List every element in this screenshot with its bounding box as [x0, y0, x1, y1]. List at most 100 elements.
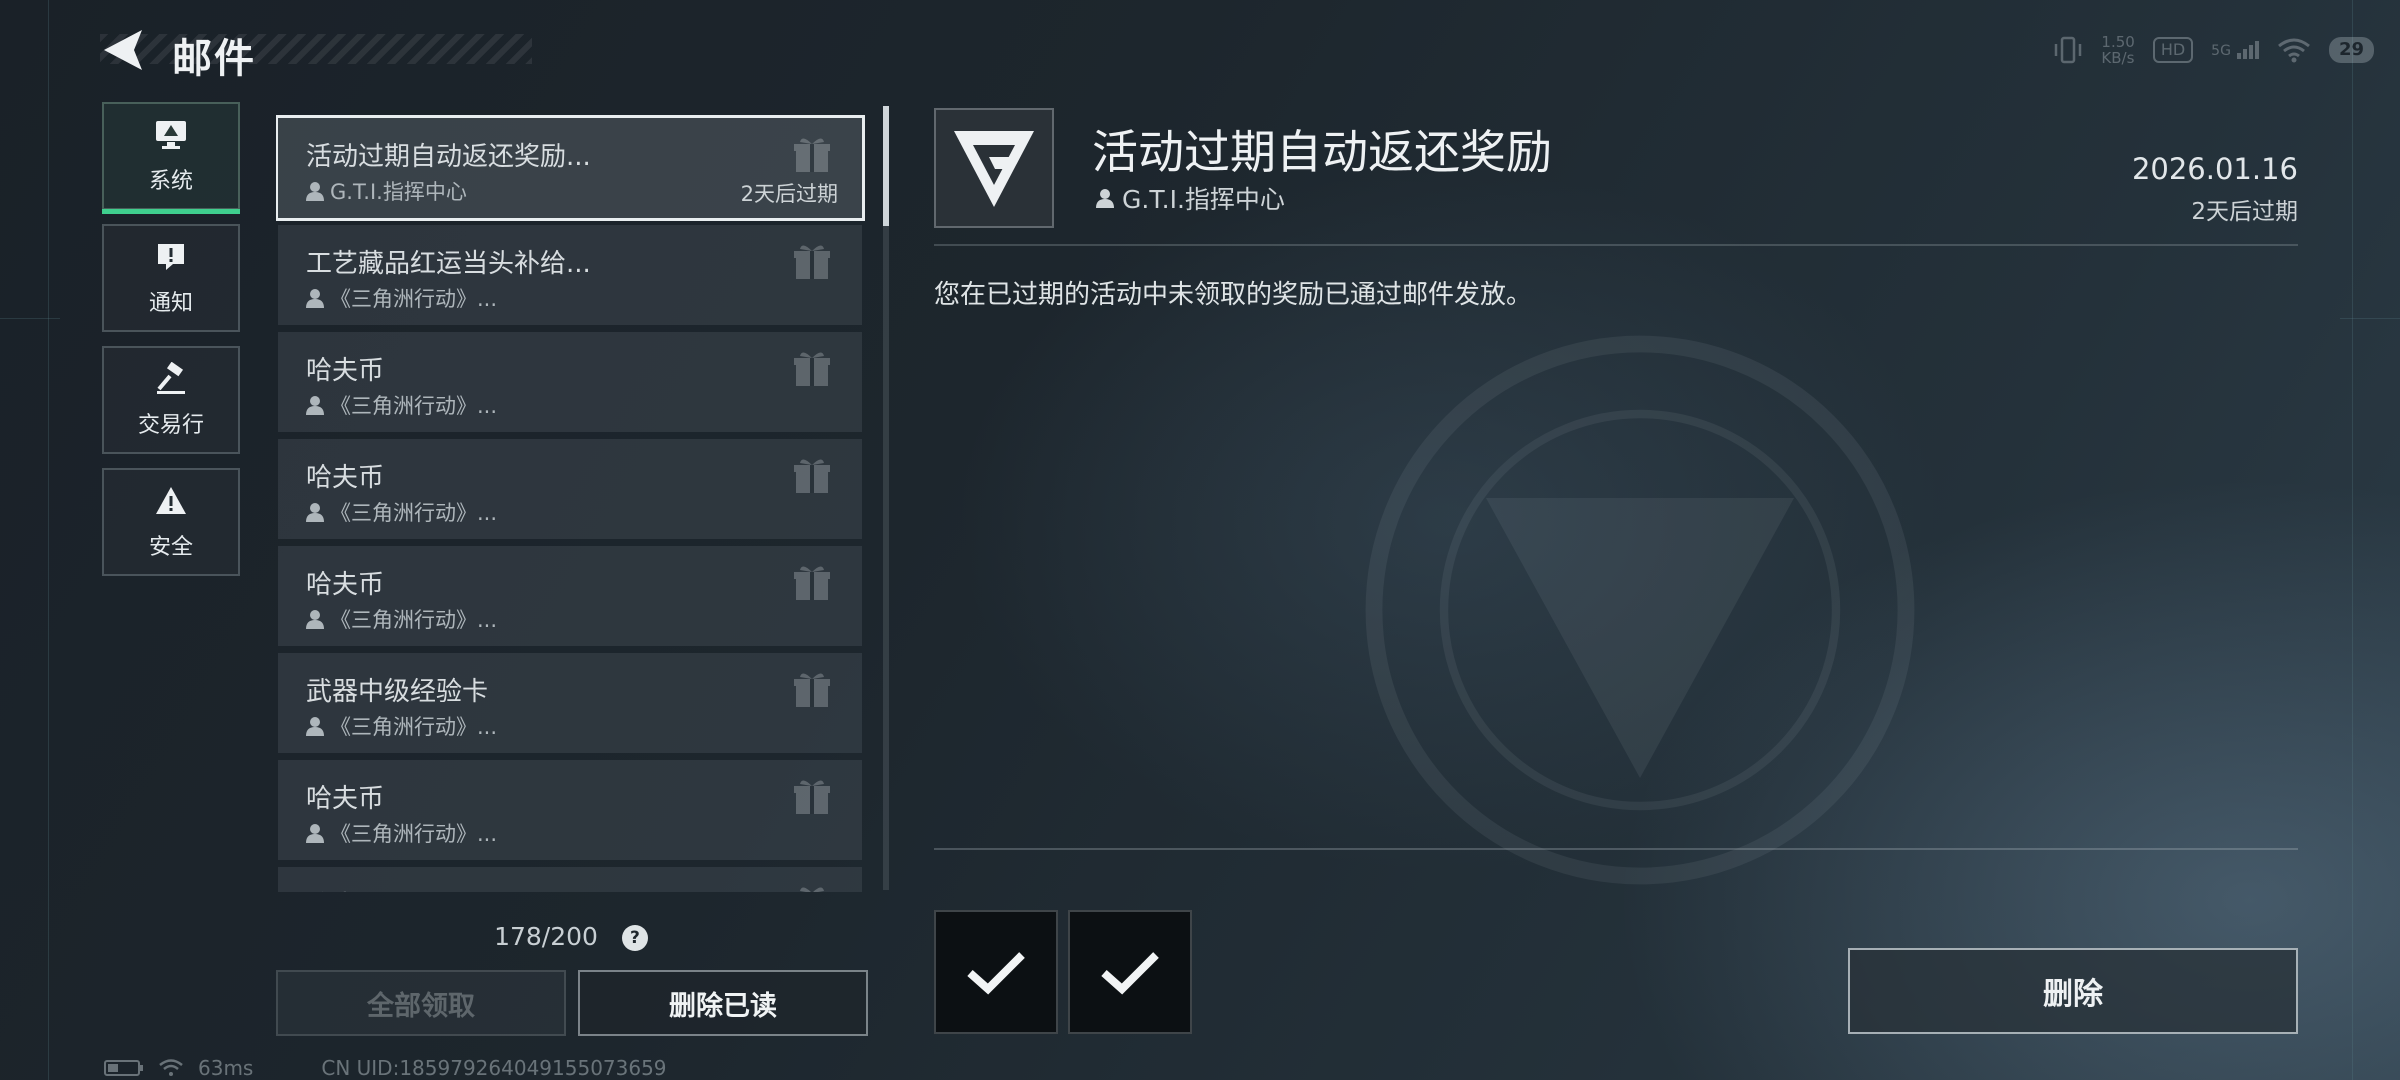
- sidebar-item-trade[interactable]: 交易行: [102, 346, 240, 454]
- gift-icon: [794, 245, 830, 279]
- mail-list-item[interactable]: 工艺藏品红运当头补给... 《三角洲行动》...: [278, 225, 862, 325]
- mail-list[interactable]: 活动过期自动返还奖励... G.T.I.指挥中心 2天后过期工艺藏品红运当头补给..…: [276, 114, 866, 892]
- mail-list-item[interactable]: 武器中级经验卡《三角洲行动》...: [278, 653, 862, 753]
- battery-icon: [104, 1060, 143, 1076]
- person-icon: [306, 182, 324, 201]
- mail-title: 工艺藏品红运当头补给...: [306, 249, 591, 279]
- delete-read-button[interactable]: 删除已读: [578, 970, 868, 1036]
- notification-icon: [153, 239, 189, 275]
- sidebar-item-label: 系统: [148, 169, 193, 194]
- speed-unit: KB/s: [2101, 49, 2135, 67]
- check-icon: [1101, 952, 1159, 995]
- detail-title: 活动过期自动返还奖励: [1092, 125, 1552, 179]
- detail-sender-name: G.T.I.指挥中心: [1122, 185, 1285, 214]
- mail-sender-name: 《三角洲行动》...: [330, 501, 498, 525]
- mail-list-item[interactable]: 哈夫币《三角洲行动》...: [278, 546, 862, 646]
- divider: [934, 848, 2298, 850]
- mail-sender-name: 《三角洲行动》...: [330, 394, 498, 418]
- mail-title: 哈夫币: [306, 784, 385, 814]
- mail-list-item[interactable]: 哈夫币《三角洲行动》...: [278, 439, 862, 539]
- monitor-icon: [153, 117, 189, 153]
- person-icon: [1096, 189, 1114, 208]
- back-arrow-icon: [104, 30, 142, 70]
- system-status-bar: 1.50 KB/s HD 5G 29: [2053, 30, 2374, 70]
- attachment-slot[interactable]: [1068, 910, 1192, 1034]
- mail-sender: 《三角洲行动》...: [306, 497, 497, 527]
- mail-expire: 2天后过期: [740, 182, 838, 206]
- mail-list-item[interactable]: 活动过期自动返还奖励... G.T.I.指挥中心 2天后过期: [276, 115, 865, 221]
- grid-line: [2340, 318, 2400, 319]
- mail-sender-name: G.T.I.指挥中心: [330, 180, 467, 204]
- user-uid: CN UID:185979264049155073659: [321, 1056, 667, 1080]
- network-speed: 1.50 KB/s: [2101, 34, 2134, 66]
- battery-level: 29: [2328, 37, 2374, 63]
- cellular-signal-icon: 5G: [2211, 41, 2259, 59]
- person-icon: [306, 503, 324, 522]
- help-icon[interactable]: ?: [621, 925, 648, 951]
- detail-expire: 2天后过期: [2191, 199, 2298, 225]
- gift-icon: [800, 887, 824, 892]
- bottom-status: 63ms CN UID:185979264049155073659: [104, 1056, 667, 1080]
- ping-value: 63ms: [198, 1056, 254, 1080]
- mail-title: 武器中级经验卡: [306, 677, 489, 707]
- mail-sender: 《三角洲行动》...: [306, 711, 497, 741]
- divider: [934, 244, 2298, 246]
- sidebar-item-security[interactable]: 安全: [102, 468, 240, 576]
- mail-sender: G.T.I.指挥中心: [306, 176, 467, 206]
- mail-title: 哈夫币: [306, 570, 385, 600]
- mail-sender-name: 《三角洲行动》...: [330, 822, 498, 846]
- sidebar-item-notification[interactable]: 通知: [102, 224, 240, 332]
- mail-sender: 《三角洲行动》...: [306, 283, 497, 313]
- sidebar-item-system[interactable]: 系统: [102, 102, 240, 214]
- person-icon: [306, 610, 324, 629]
- mail-count: 178/200 ?: [276, 922, 866, 951]
- gift-icon: [794, 566, 830, 600]
- mail-title: 哈夫币: [306, 463, 385, 493]
- gift-icon: [794, 673, 830, 707]
- sender-logo: [934, 108, 1054, 228]
- grid-line: [2352, 0, 2353, 1080]
- page-title: 邮件: [172, 36, 256, 82]
- mail-list-scrollbar[interactable]: [883, 106, 889, 890]
- mail-title: 哈夫币: [306, 356, 385, 386]
- mail-list-item[interactable]: 哈夫币《三角洲行动》...: [278, 332, 862, 432]
- sidebar-item-label: 安全: [148, 535, 193, 560]
- mail-sender: 《三角洲行动》...: [306, 604, 497, 634]
- wifi-icon: [159, 1059, 183, 1076]
- mail-sender: 《三角洲行动》...: [306, 818, 497, 848]
- sidebar-item-label: 通知: [148, 291, 193, 316]
- gavel-icon: [153, 361, 189, 397]
- background-emblem: [1365, 335, 1915, 885]
- mail-list-item[interactable]: 哈夫币《三角洲行动》...: [278, 760, 862, 860]
- gift-icon: [794, 352, 830, 386]
- header: 邮件: [100, 22, 550, 82]
- detail-body: 您在已过期的活动中未领取的奖励已通过邮件发放。: [934, 280, 1533, 310]
- mail-count-value: 178/200: [494, 922, 598, 951]
- network-type: 5G: [2211, 43, 2231, 59]
- gift-icon: [794, 138, 830, 172]
- gift-icon: [794, 459, 830, 493]
- mail-list-item[interactable]: 哈夫币: [278, 867, 862, 892]
- gift-icon: [794, 780, 830, 814]
- mail-sender-name: 《三角洲行动》...: [330, 608, 498, 632]
- hd-badge: HD: [2152, 37, 2194, 63]
- gti-logo-icon: [954, 131, 1034, 207]
- sidebar-item-label: 交易行: [137, 413, 204, 438]
- mail-sender: 《三角洲行动》...: [306, 390, 497, 420]
- delete-button[interactable]: 删除: [1848, 948, 2298, 1034]
- wifi-icon: [2278, 38, 2310, 63]
- grid-line: [48, 0, 49, 1080]
- mail-sender-name: 《三角洲行动》...: [330, 715, 498, 739]
- claim-all-button[interactable]: 全部领取: [276, 970, 566, 1036]
- back-button[interactable]: [100, 26, 148, 74]
- warning-icon: [153, 483, 189, 519]
- scrollbar-thumb[interactable]: [883, 106, 889, 226]
- person-icon: [306, 289, 324, 308]
- grid-line: [0, 318, 60, 319]
- person-icon: [306, 824, 324, 843]
- speed-value: 1.50: [2101, 33, 2135, 51]
- mail-title: 活动过期自动返还奖励...: [306, 142, 591, 172]
- vibrate-icon: [2055, 36, 2082, 64]
- attachment-slot[interactable]: [934, 910, 1058, 1034]
- check-icon: [967, 952, 1025, 995]
